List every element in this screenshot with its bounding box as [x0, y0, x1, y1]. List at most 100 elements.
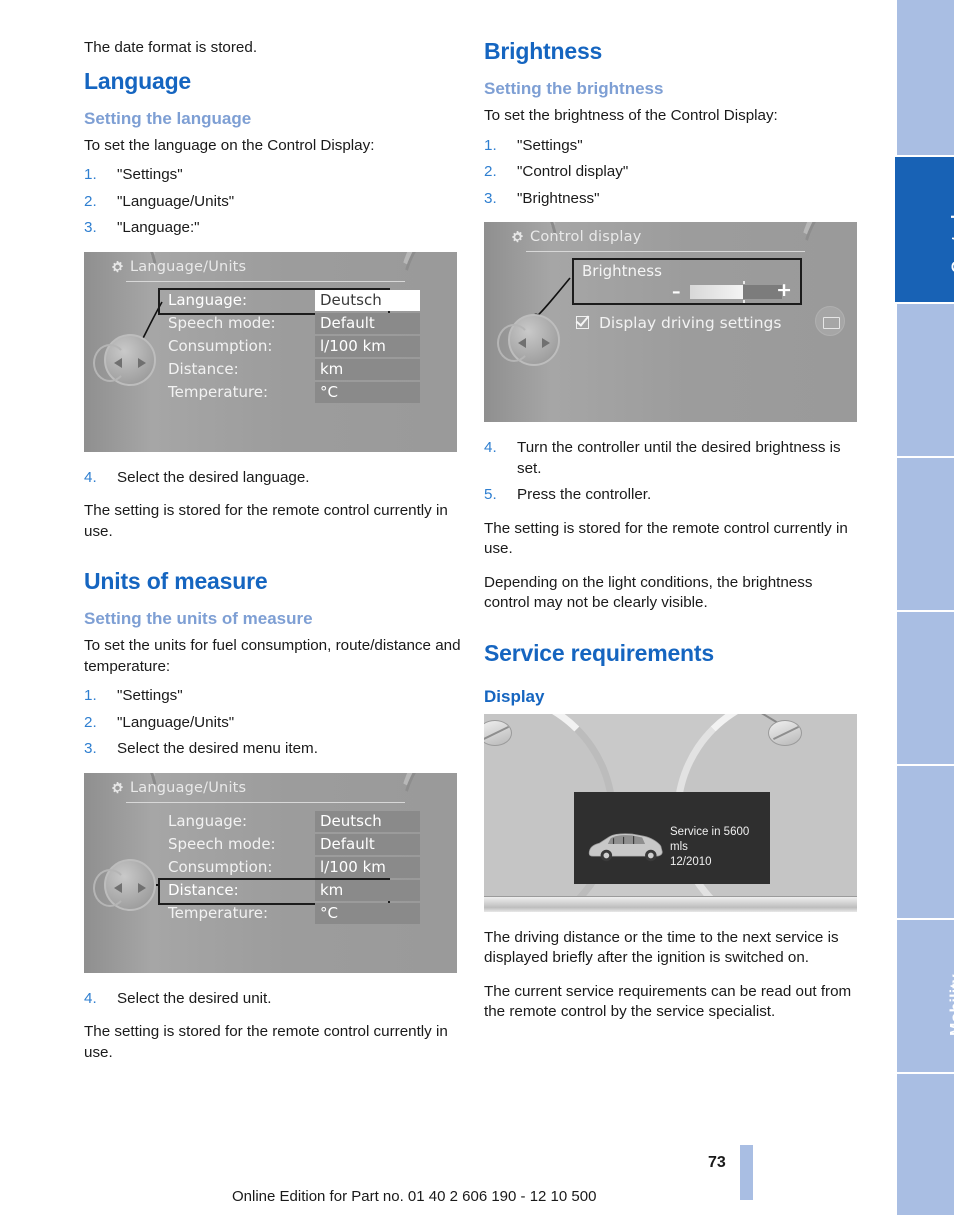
brightness-slider-fill — [690, 285, 744, 299]
heading-service-requirements: Service requirements — [484, 639, 714, 666]
menu-list: Language: Deutsch Speech mode: Default C… — [158, 287, 420, 405]
step-text: "Brightness" — [517, 189, 600, 207]
language-lead: To set the language on the Control Displ… — [84, 136, 375, 154]
menu-row-label: Language: — [168, 290, 248, 309]
list-item: 4. Turn the controller until the desired … — [484, 438, 862, 479]
brightness-lead: To set the brightness of the Control Dis… — [484, 107, 778, 124]
step-number: 3. — [84, 219, 97, 236]
step-number: 1. — [84, 687, 97, 704]
step-number: 3. — [84, 740, 97, 757]
menu-row-distance[interactable]: Distance: km — [160, 358, 420, 382]
checkbox-label: Display driving settings — [599, 314, 782, 332]
sidebar-item-label: Controls — [949, 204, 954, 273]
sidebar-item-label: Mobility — [947, 973, 954, 1037]
service-message-line2: 12/2010 — [670, 855, 712, 868]
sidebar-item-navigation[interactable]: Navigation — [897, 458, 954, 610]
menu-row-value: °C — [315, 381, 420, 403]
menu-row-speech-mode[interactable]: Speech mode: Default — [160, 312, 420, 336]
arrow-right-icon — [138, 882, 146, 893]
service-message: Service in 5600 mls 12/2010 — [670, 825, 770, 870]
step-number: 4. — [484, 439, 497, 456]
display-driving-settings-checkbox-row[interactable]: Display driving settings — [576, 314, 781, 332]
menu-row-distance[interactable]: Distance: km — [158, 877, 420, 905]
step-text: Turn the controller until the desired br… — [517, 439, 841, 477]
step-number: 4. — [84, 989, 97, 1007]
list-item: 1. "Settings" — [84, 686, 462, 707]
brightness-decrease-button[interactable]: – — [672, 282, 681, 302]
arrow-right-icon — [138, 357, 146, 368]
sidebar-item-reference[interactable]: Reference — [897, 1074, 954, 1215]
sidebar-item-entertainment[interactable]: Entertainment — [897, 612, 954, 764]
sidebar-item-mobility[interactable]: Mobility — [897, 920, 954, 1072]
sidebar-item-controls[interactable]: Controls — [895, 157, 954, 302]
service-after-2: The current service requirements can be … — [484, 982, 852, 1021]
page-number: 73 — [708, 1154, 726, 1171]
sidebar-item-at-a-glance[interactable]: At a glance — [897, 0, 954, 155]
menu-row-label: Distance: — [168, 359, 239, 378]
sidebar-item-communication[interactable]: Communication — [897, 766, 954, 918]
menu-row-temperature[interactable]: Temperature: °C — [160, 381, 420, 405]
step-text: Select the desired menu item. — [117, 740, 318, 757]
list-item: 3. "Language:" — [84, 218, 462, 239]
subheading-setting-the-language: Setting the language — [84, 108, 252, 128]
left-column: The date format is stored. Language Sett… — [84, 38, 462, 1076]
brightness-after-2: Depending on the light conditions, the b… — [484, 573, 813, 612]
menu-row-consumption[interactable]: Consumption: l/100 km — [160, 335, 420, 359]
cluster-base-trim — [484, 895, 857, 912]
menu-row-speech-mode[interactable]: Speech mode: Default — [160, 833, 420, 857]
arrow-right-icon — [542, 338, 550, 348]
sidebar-item-driving-tips[interactable]: Driving tips — [897, 304, 954, 456]
intro-paragraph: The date format is stored. — [84, 39, 258, 56]
menu-row-label: Speech mode: — [168, 313, 276, 332]
menu-row-value: Deutsch — [315, 810, 420, 832]
brightness-steps-after: 4. Turn the controller until the desired … — [484, 438, 862, 506]
menu-row-label: Consumption: — [168, 336, 273, 355]
menu-row-language[interactable]: Language: Deutsch — [160, 810, 420, 834]
step-number: 2. — [84, 192, 97, 210]
heading-units-of-measure: Units of measure — [84, 568, 268, 594]
list-item: 4. Select the desired language. — [84, 468, 462, 489]
illustration-language-units-1: Language/Units Language: Deutsch Speech … — [84, 251, 457, 452]
units-lead: To set the units for fuel consumption, r… — [84, 637, 461, 675]
menu-row-temperature[interactable]: Temperature: °C — [160, 902, 420, 926]
arrow-left-icon — [518, 338, 526, 348]
language-step4: 4. Select the desired language. — [84, 468, 462, 489]
brightness-label: Brightness — [582, 262, 662, 280]
service-info-panel: Service in 5600 mls 12/2010 — [574, 791, 770, 884]
menu-row-label: Speech mode: — [168, 834, 276, 853]
controller-knob — [93, 858, 156, 911]
menu-row-consumption[interactable]: Consumption: l/100 km — [160, 856, 420, 880]
step-text: "Settings" — [117, 166, 183, 183]
illustration-control-display: Control display Brightness – + Display d… — [484, 222, 857, 422]
step-number: 2. — [84, 713, 97, 731]
list-item: 3. Select the desired menu item. — [84, 739, 462, 760]
step-number: 1. — [84, 166, 97, 183]
menu-row-value: km — [315, 358, 420, 380]
language-after-paragraph: The setting is stored for the remote con… — [84, 502, 448, 540]
hub-slash-icon — [484, 725, 510, 740]
brightness-steps: 1. "Settings" 2. "Control display" 3. "Brig… — [484, 136, 862, 210]
menu-row-value: l/100 km — [315, 856, 420, 878]
arrow-left-icon — [114, 882, 122, 893]
heading-language: Language — [84, 67, 192, 94]
brightness-increase-button[interactable]: + — [776, 279, 792, 301]
menu-row-language[interactable]: Language: Deutsch — [158, 287, 420, 315]
list-item: 1. "Settings" — [84, 165, 462, 186]
vehicle-icon — [588, 832, 663, 861]
menu-row-value: l/100 km — [315, 335, 420, 357]
step-text: "Language:" — [117, 219, 200, 236]
step-number: 5. — [484, 486, 497, 503]
brightness-slider[interactable] — [690, 281, 782, 303]
list-item: 2. "Language/Units" — [84, 713, 462, 734]
brightness-control[interactable]: Brightness – + — [572, 258, 802, 305]
manual-page: The date format is stored. Language Sett… — [0, 0, 954, 1215]
menu-row-value: Default — [315, 833, 420, 855]
menu-row-label: Distance: — [168, 880, 239, 899]
menu-row-label: Language: — [168, 811, 248, 830]
menu-row-label: Consumption: — [168, 857, 273, 876]
arrow-left-icon — [114, 357, 122, 368]
step-text: "Settings" — [117, 687, 183, 704]
step-text: "Language/Units" — [117, 713, 235, 731]
illustration-instrument-cluster: Service in 5600 mls 12/2010 — [484, 713, 857, 912]
display-screen-icon — [815, 306, 845, 336]
